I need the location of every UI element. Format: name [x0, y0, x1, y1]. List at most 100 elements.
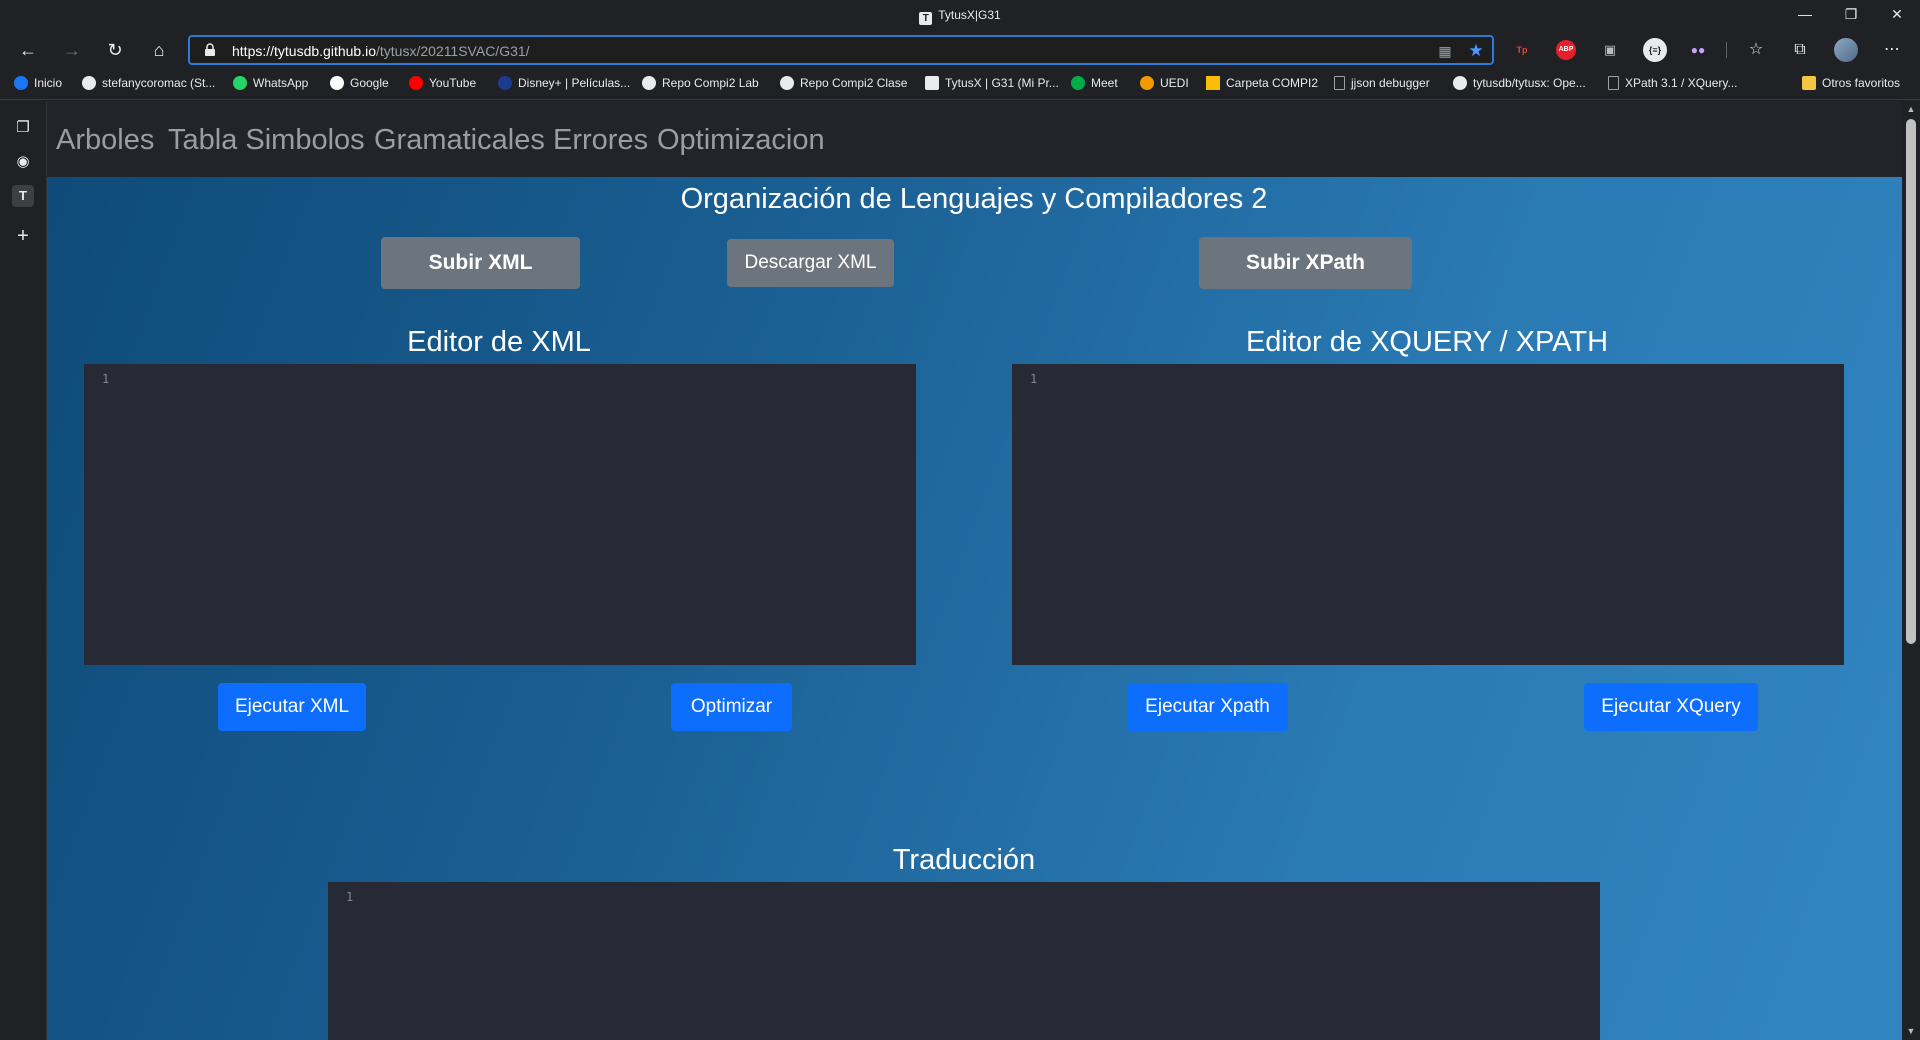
translation-editor[interactable]: 1: [328, 882, 1600, 1040]
bookmark-label: Repo Compi2 Lab: [662, 76, 759, 90]
restore-icon[interactable]: ❐: [1828, 0, 1874, 30]
forward-icon[interactable]: →: [58, 36, 86, 64]
page-scrollbar[interactable]: ▲ ▼: [1902, 101, 1920, 1040]
bookmark-google[interactable]: Google: [330, 76, 389, 90]
meet-icon: [1071, 76, 1085, 90]
xquery-editor[interactable]: 1: [1012, 364, 1844, 665]
uedi-icon: [1140, 76, 1154, 90]
xml-editor[interactable]: 1: [84, 364, 916, 665]
run-xquery-button[interactable]: Ejecutar XQuery: [1584, 683, 1758, 731]
close-icon[interactable]: ✕: [1874, 0, 1920, 30]
run-xpath-button[interactable]: Ejecutar Xpath: [1127, 683, 1288, 731]
page-title: Organización de Lenguajes y Compiladores…: [680, 183, 1268, 215]
bookmark-inicio[interactable]: Inicio: [14, 76, 62, 90]
youtube-icon: [409, 76, 423, 90]
scroll-down-icon[interactable]: ▼: [1906, 1026, 1916, 1036]
bookmark-label: Disney+ | Películas...: [518, 76, 631, 90]
bookmark-json-debugger[interactable]: jjson debugger: [1334, 76, 1430, 90]
bookmark-label: WhatsApp: [253, 76, 309, 90]
back-icon[interactable]: ←: [14, 36, 42, 64]
bookmark-youtube[interactable]: YouTube: [409, 76, 476, 90]
github-icon: [780, 76, 794, 90]
window-titlebar: T TytusX|G31 — ❐ ✕: [0, 0, 1920, 32]
bookmark-repo-lab[interactable]: Repo Compi2 Lab: [642, 76, 759, 90]
window-title: T TytusX|G31: [0, 8, 1920, 25]
profile-avatar[interactable]: [1834, 38, 1858, 62]
home-icon[interactable]: ⌂: [145, 36, 173, 64]
tp-extension-icon[interactable]: Tp: [1512, 40, 1532, 60]
bookmark-tytusx[interactable]: TytusX | G31 (Mi Pr...: [925, 76, 1059, 90]
address-bar[interactable]: https://tytusdb.github.io/tytusx/20211SV…: [188, 35, 1494, 65]
page-icon: [1334, 76, 1345, 90]
bookmark-github-stefany[interactable]: stefanycoromac (St...: [82, 76, 215, 90]
favorites-icon[interactable]: ☆: [1742, 36, 1770, 64]
adblock-extension-icon[interactable]: ABP: [1556, 40, 1576, 60]
bookmark-label: Meet: [1091, 76, 1118, 90]
url-text[interactable]: https://tytusdb.github.io/tytusx/20211SV…: [232, 43, 530, 59]
whatsapp-icon: [233, 76, 247, 90]
line-number: 1: [346, 890, 354, 904]
drive-icon: [1206, 76, 1220, 90]
grid-icon[interactable]: ▦: [1431, 37, 1459, 65]
bookmark-disney[interactable]: Disney+ | Películas...: [498, 76, 630, 90]
tab-actions-icon[interactable]: ❐: [12, 117, 34, 139]
browser-sidebar: ❐ ◉ T +: [0, 101, 47, 1040]
bookmark-repo-clase[interactable]: Repo Compi2 Clase: [780, 76, 907, 90]
google-icon: [330, 76, 344, 90]
disney-icon: [498, 76, 512, 90]
bookmark-meet[interactable]: Meet: [1071, 76, 1118, 90]
bookmark-label: XPath 3.1 / XQuery...: [1625, 76, 1738, 90]
bookmark-label: Repo Compi2 Clase: [800, 76, 908, 90]
nav-gramaticales[interactable]: Gramaticales: [374, 124, 545, 157]
new-tab-icon[interactable]: +: [12, 225, 34, 247]
upload-xml-button[interactable]: Subir XML: [381, 237, 580, 289]
github-icon: [642, 76, 656, 90]
github-tab-icon[interactable]: ◉: [12, 151, 34, 173]
nav-optimizacion[interactable]: Optimizacion: [657, 124, 825, 157]
line-number: 1: [102, 372, 110, 386]
bookmark-label: TytusX | G31 (Mi Pr...: [945, 76, 1059, 90]
more-icon[interactable]: ⋯: [1878, 36, 1906, 64]
other-favorites-label: Otros favoritos: [1822, 76, 1901, 90]
nav-errores[interactable]: Errores: [553, 124, 648, 157]
bookmark-whatsapp[interactable]: WhatsApp: [233, 76, 308, 90]
nav-arboles[interactable]: Arboles: [56, 124, 154, 157]
facebook-icon: [14, 76, 28, 90]
tytus-icon: [925, 76, 939, 90]
tytus-tab-icon[interactable]: T: [12, 185, 34, 207]
upload-xpath-button[interactable]: Subir XPath: [1199, 237, 1412, 289]
bookmark-carpeta-compi2[interactable]: Carpeta COMPI2: [1206, 76, 1318, 90]
download-xml-button[interactable]: Descargar XML: [727, 239, 894, 287]
scroll-up-icon[interactable]: ▲: [1906, 104, 1916, 114]
browser-toolbar: ← → ↻ ⌂ https://tytusdb.github.io/tytusx…: [0, 32, 1920, 68]
json-extension-icon[interactable]: {≡}: [1643, 38, 1667, 62]
xml-editor-title: Editor de XML: [407, 326, 591, 358]
glasses-extension-icon[interactable]: ●●: [1688, 40, 1708, 60]
optimize-button[interactable]: Optimizar: [671, 683, 792, 731]
bookmark-label: tytusdb/tytusx: Ope...: [1473, 76, 1586, 90]
url-host: https://tytusdb.github.io: [232, 43, 376, 59]
minimize-icon[interactable]: —: [1782, 0, 1828, 30]
window-title-text: TytusX|G31: [938, 8, 1001, 22]
other-favorites[interactable]: Otros favoritos: [1802, 76, 1900, 90]
nav-tabla-simbolos[interactable]: Tabla Simbolos: [168, 124, 365, 157]
screenshot-extension-icon[interactable]: ▣: [1600, 40, 1620, 60]
xquery-editor-title: Editor de XQUERY / XPATH: [1245, 326, 1609, 358]
line-number: 1: [1030, 372, 1038, 386]
folder-icon: [1802, 76, 1816, 90]
github-icon: [82, 76, 96, 90]
bookmark-label: jjson debugger: [1351, 76, 1430, 90]
bookmark-xpath[interactable]: XPath 3.1 / XQuery...: [1608, 76, 1738, 90]
translation-title: Traducción: [892, 844, 1036, 876]
bookmarks-bar: Inicio stefanycoromac (St... WhatsApp Go…: [0, 68, 1920, 100]
refresh-icon[interactable]: ↻: [101, 36, 129, 64]
run-xml-button[interactable]: Ejecutar XML: [218, 683, 366, 731]
github-icon: [1453, 76, 1467, 90]
collections-icon[interactable]: ⧉: [1786, 36, 1814, 64]
star-icon[interactable]: ★: [1462, 37, 1490, 65]
bookmark-uedi[interactable]: UEDI: [1140, 76, 1189, 90]
bookmark-label: Google: [350, 76, 389, 90]
lock-icon[interactable]: [204, 43, 216, 57]
scrollbar-thumb[interactable]: [1906, 119, 1916, 644]
bookmark-tytusx-repo[interactable]: tytusdb/tytusx: Ope...: [1453, 76, 1586, 90]
